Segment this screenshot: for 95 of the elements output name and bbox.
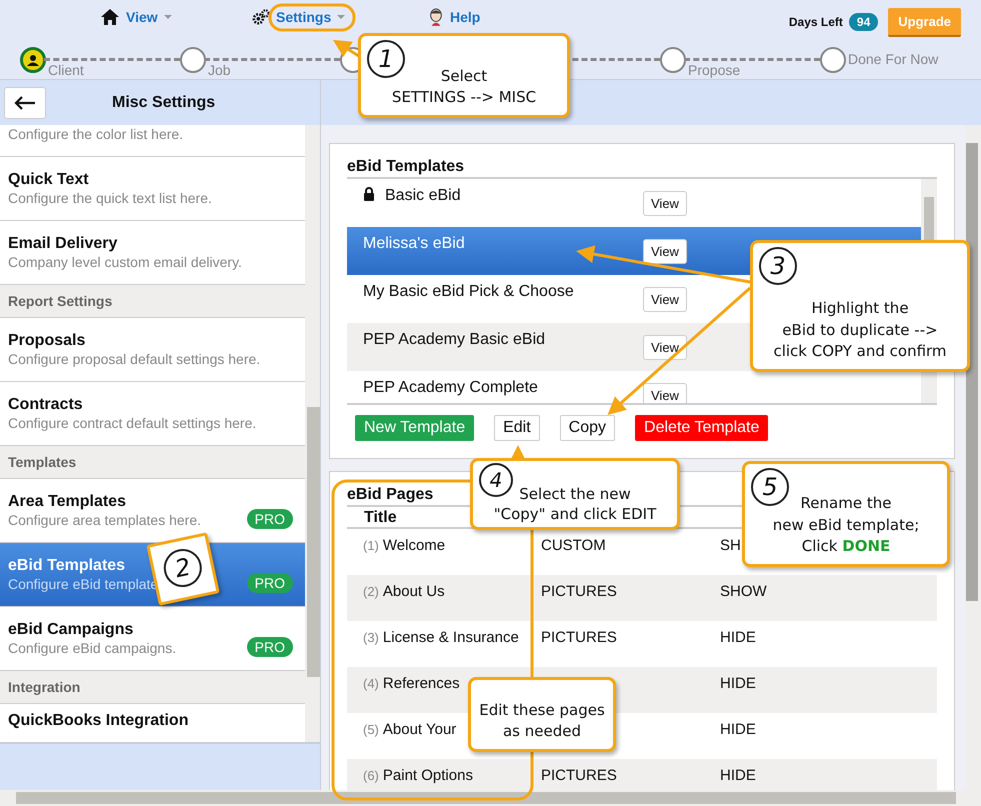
step-label: Client xyxy=(47,62,85,78)
item-description: Company level custom email delivery. xyxy=(8,254,242,270)
item-description: Configure eBid campaigns. xyxy=(8,640,176,656)
item-title: QuickBooks Integration xyxy=(8,712,188,730)
page-visibility: HIDE xyxy=(720,767,756,784)
item-title: Contracts xyxy=(8,396,83,414)
item-title: eBid Campaigns xyxy=(8,621,134,639)
days-left-label: Days Left xyxy=(788,15,843,29)
page-title: Paint Options xyxy=(382,767,473,784)
template-row[interactable]: PEP Academy Complete View xyxy=(347,371,921,403)
scrollbar[interactable] xyxy=(0,790,981,806)
scrollbar[interactable] xyxy=(305,125,320,742)
item-title: Area Templates xyxy=(8,493,126,511)
callout-text: SETTINGS --> MISC xyxy=(392,87,536,108)
panel-title: Misc Settings xyxy=(112,94,216,112)
house-icon xyxy=(100,8,120,26)
caret-icon xyxy=(164,15,172,19)
page-visibility: HIDE xyxy=(720,721,756,738)
page-number: (2) xyxy=(363,584,379,599)
template-row[interactable]: Basic eBid View xyxy=(347,179,921,227)
pro-badge: PRO xyxy=(246,572,293,592)
page-number: (1) xyxy=(363,538,379,553)
page-type: PICTURES xyxy=(541,767,617,784)
callout-text: new eBid template; xyxy=(772,514,920,536)
page-number: (6) xyxy=(363,768,379,783)
view-button[interactable]: View xyxy=(643,383,687,403)
back-arrow-icon xyxy=(13,94,37,110)
nav-link[interactable]: Help xyxy=(428,6,480,28)
callout-text: Highlight the xyxy=(811,298,909,319)
page-visibility: HIDE xyxy=(720,675,756,692)
person-icon xyxy=(428,7,444,27)
template-name: Basic eBid xyxy=(385,187,461,205)
item-title: Email Delivery xyxy=(8,235,118,253)
caret-icon xyxy=(337,15,346,19)
step-number: 3 xyxy=(759,247,797,285)
template-name: PEP Academy Basic eBid xyxy=(363,331,546,349)
template-name: My Basic eBid Pick & Choose xyxy=(363,283,574,301)
item-description: Configure area templates here. xyxy=(8,512,201,528)
back-button[interactable] xyxy=(4,86,46,118)
view-button[interactable]: View xyxy=(643,239,687,264)
section-header: Templates xyxy=(0,446,305,479)
column-header: Title xyxy=(364,509,397,526)
item-description: Configure the color list here. xyxy=(8,126,184,142)
settings-item[interactable]: Configure the color list here. xyxy=(0,125,305,157)
page-visibility: SHOW xyxy=(720,583,767,600)
callout-text: Select xyxy=(440,66,488,86)
page-number: (5) xyxy=(363,722,379,737)
step-number: 5 xyxy=(751,468,789,506)
step-number: 1 xyxy=(367,40,405,78)
page-type: PICTURES xyxy=(541,583,617,600)
callout-text: as needed xyxy=(502,721,581,742)
page-title: License & Insurance xyxy=(382,629,519,646)
item-description: Configure proposal default settings here. xyxy=(8,351,260,367)
scrollbar[interactable] xyxy=(965,125,981,790)
view-button[interactable]: View xyxy=(643,191,687,216)
page-number: (4) xyxy=(363,676,379,691)
page-title: References xyxy=(382,675,460,692)
item-title: Proposals xyxy=(8,332,86,350)
card-title: eBid Templates xyxy=(347,158,937,179)
callout-text: Edit these pages xyxy=(479,700,605,720)
page-visibility: HIDE xyxy=(720,629,756,646)
page-type: PICTURES xyxy=(541,629,617,646)
page-title: About Us xyxy=(382,583,445,600)
template-action-button[interactable]: Delete Template xyxy=(635,415,768,441)
view-button[interactable]: View xyxy=(643,335,687,360)
nav-link[interactable]: View xyxy=(100,6,252,28)
view-button[interactable]: View xyxy=(643,287,687,312)
template-action-button[interactable]: Copy xyxy=(560,415,616,441)
item-title: Quick Text xyxy=(8,171,89,189)
template-name: Melissa's eBid xyxy=(363,235,465,253)
item-description: Configure contract default settings here. xyxy=(8,415,256,431)
callout-text: Select the new xyxy=(519,485,631,504)
page-type: CUSTOM xyxy=(541,537,606,554)
step-label: Done For Now xyxy=(847,51,940,67)
pro-badge: PRO xyxy=(246,636,293,656)
nav-link[interactable]: Settings xyxy=(252,6,428,28)
days-left-count: 94 xyxy=(848,13,878,31)
item-description: Configure the quick text list here. xyxy=(8,190,212,206)
callout-text: "Copy" and click EDIT xyxy=(494,504,656,524)
section-header: Report Settings xyxy=(0,285,305,318)
step-circle[interactable] xyxy=(20,47,46,73)
callout-text: Click DONE xyxy=(802,536,890,558)
gears-icon xyxy=(252,9,270,25)
template-name: PEP Academy Complete xyxy=(363,379,538,397)
page-number: (3) xyxy=(363,630,379,645)
item-title: eBid Templates xyxy=(8,557,126,575)
page-title: Welcome xyxy=(382,537,446,554)
template-action-button[interactable]: Edit xyxy=(494,415,540,441)
step-label: Job xyxy=(207,62,232,78)
step-label: Propose xyxy=(687,62,742,78)
pro-badge: PRO xyxy=(246,508,293,528)
page-visibility: SH xyxy=(720,537,741,554)
section-header: Integration xyxy=(0,671,305,704)
page-title: About Your xyxy=(382,721,456,738)
step-number: 4 xyxy=(479,463,513,497)
